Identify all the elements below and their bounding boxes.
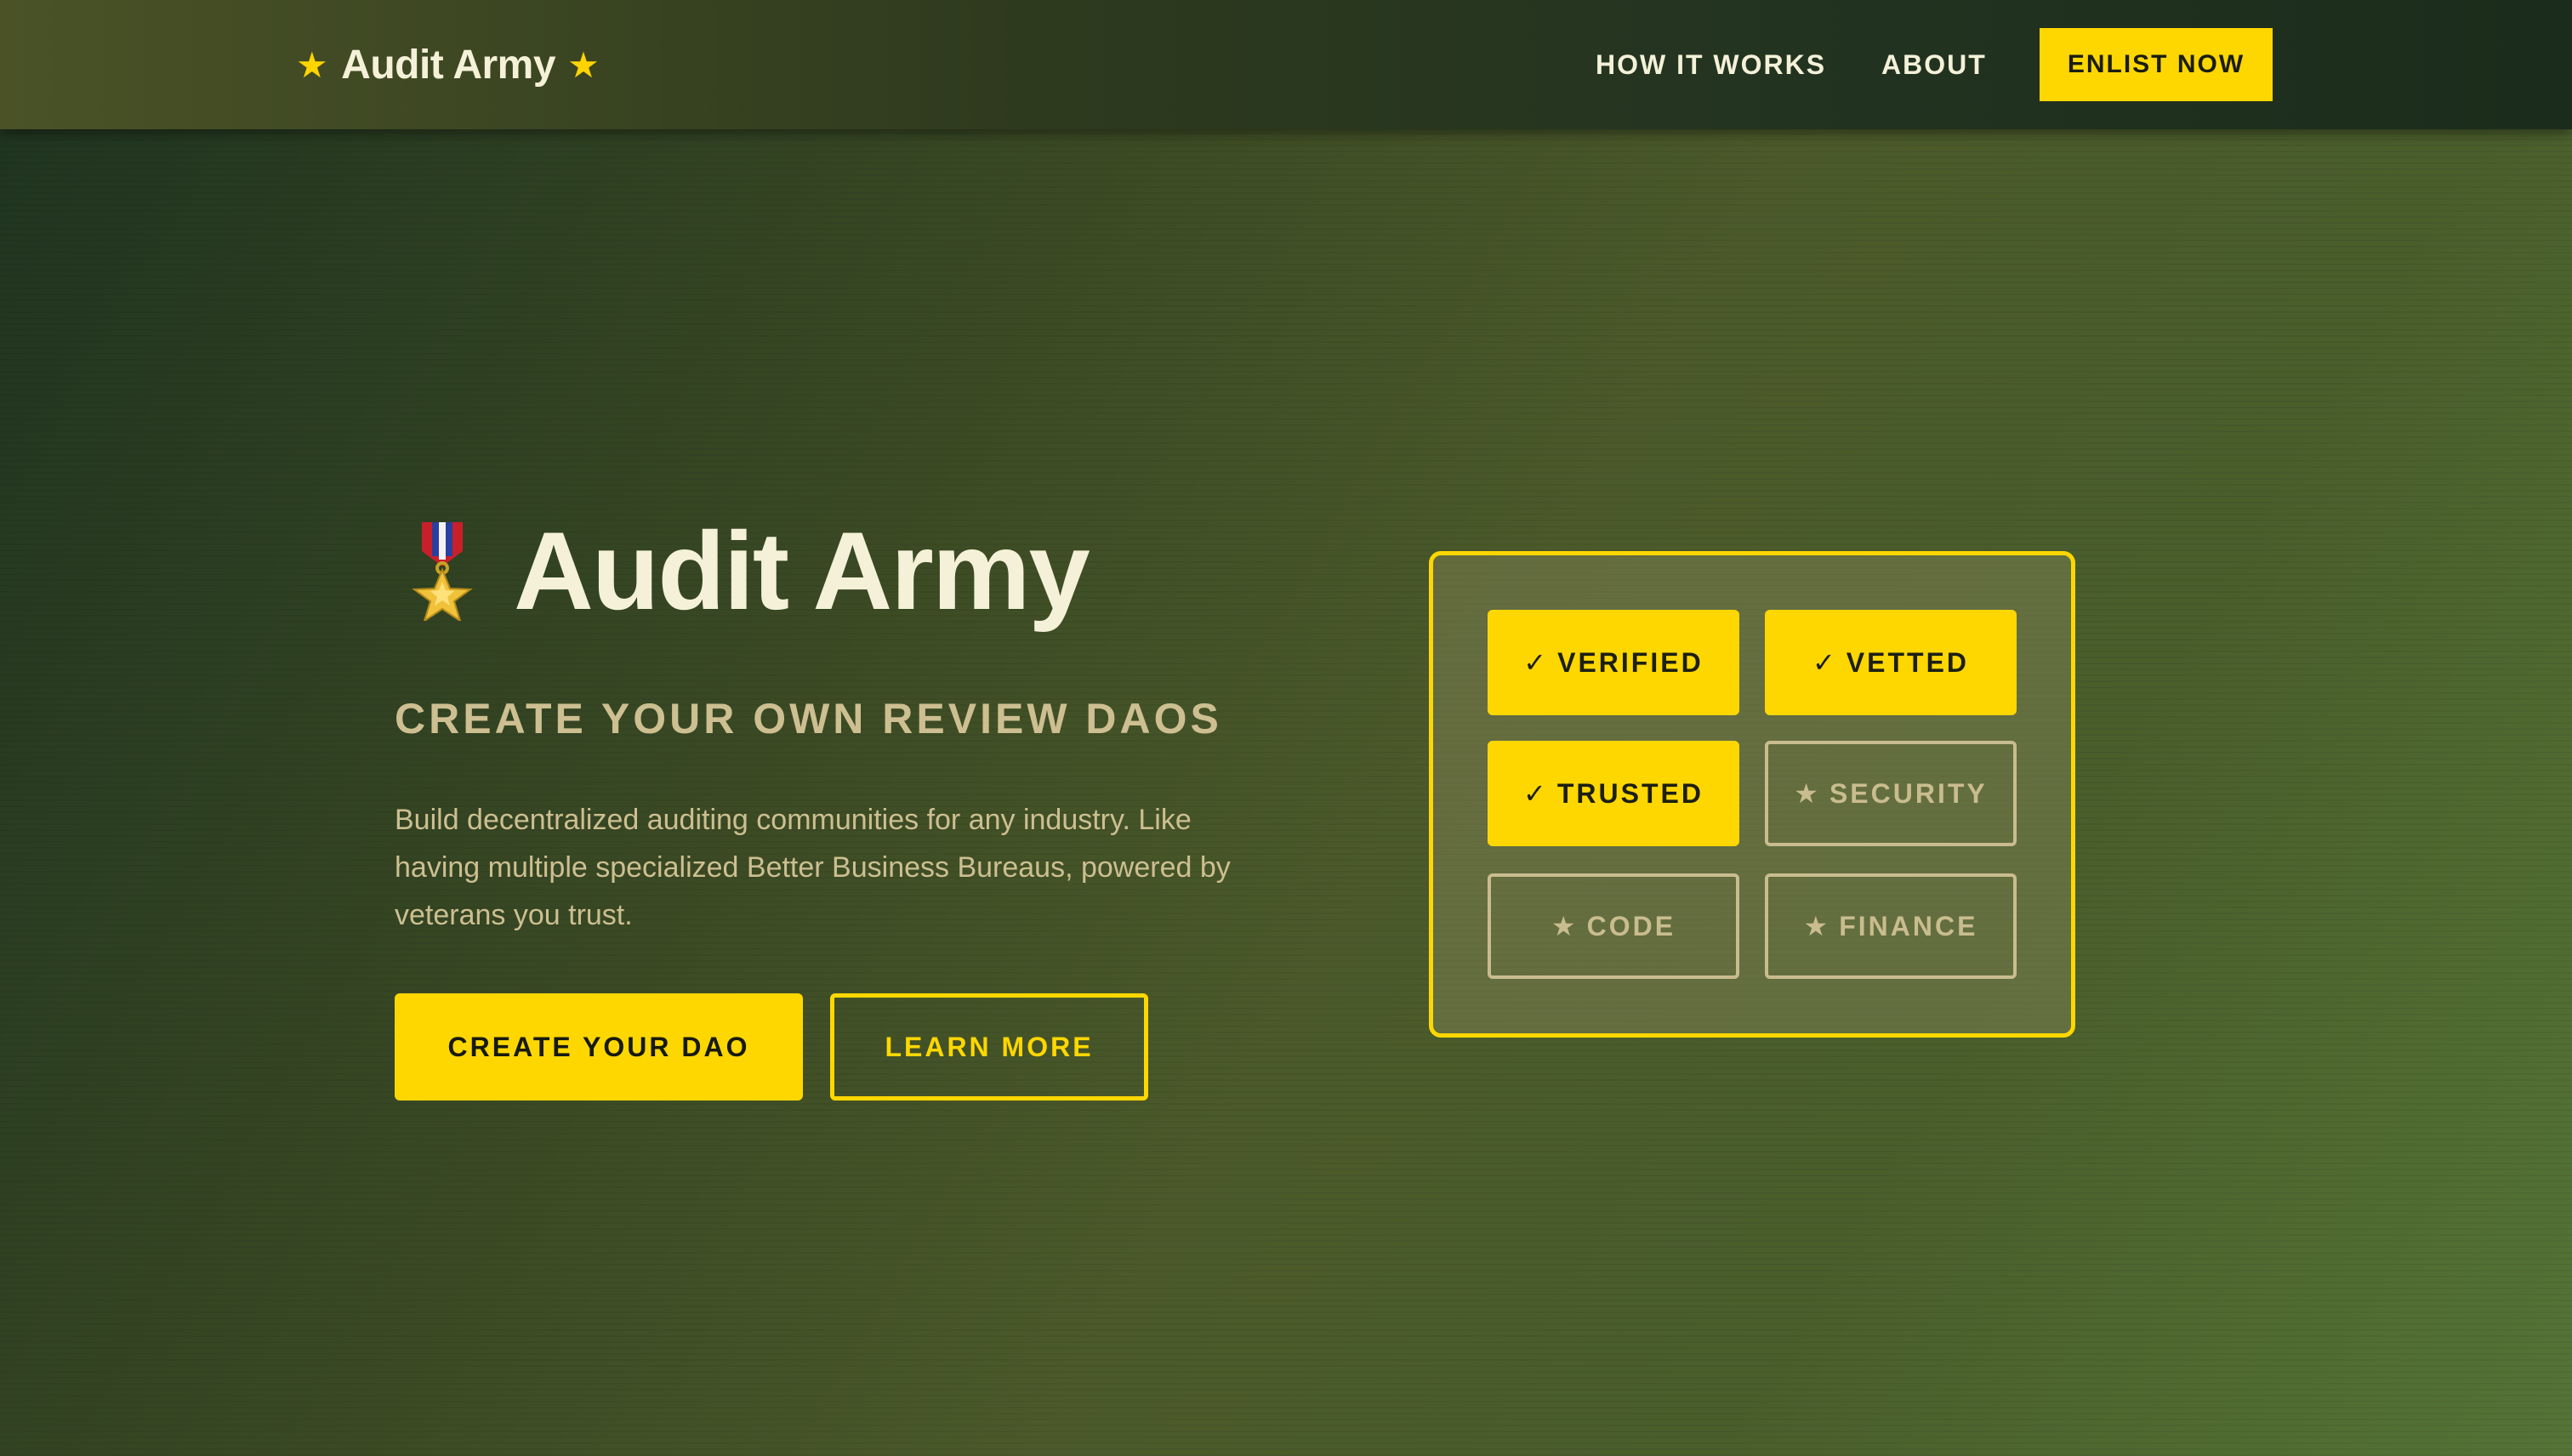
check-icon: ✓ [1812,647,1838,678]
badge-vetted[interactable]: ✓ VETTED [1765,610,2017,715]
badge-panel: ✓ VERIFIED ✓ VETTED ✓ TRUSTED ★ SECURITY ★ CO… [1429,551,2075,1038]
badge-security[interactable]: ★ SECURITY [1765,741,2017,846]
create-dao-button[interactable]: CREATE YOUR DAO [395,993,803,1101]
check-icon: ✓ [1523,647,1550,678]
background-texture [0,0,2572,1456]
enlist-now-button[interactable]: ENLIST NOW [2040,28,2273,101]
learn-more-button[interactable]: LEARN MORE [830,993,1148,1101]
badge-label: FINANCE [1839,910,1978,941]
badge-code[interactable]: ★ CODE [1488,873,1739,979]
top-navbar: ★ Audit Army ★ HOW IT WORKS ABOUT ENLIST… [0,0,2572,129]
hero-title: Audit Army [514,509,1090,633]
star-icon: ★ [567,44,600,85]
hero-description: Build decentralized auditing communities… [395,804,1231,931]
star-icon: ★ [296,44,328,85]
nav-link-about[interactable]: ABOUT [1881,44,1987,85]
check-icon: ✓ [1523,778,1549,809]
hero-tagline: CREATE YOUR OWN REVIEW DAOS [395,695,1222,742]
badge-label: VETTED [1846,646,1970,678]
badge-label: TRUSTED [1556,777,1704,809]
badge-label: CODE [1586,910,1676,941]
nav-link-how-it-works[interactable]: HOW IT WORKS [1596,44,1826,85]
logo-text: Audit Army [341,42,556,88]
military-medal-icon [412,522,473,621]
badge-trusted[interactable]: ✓ TRUSTED [1488,741,1739,846]
badge-label: VERIFIED [1557,646,1704,678]
badge-verified[interactable]: ✓ VERIFIED [1488,610,1739,715]
badge-label: SECURITY [1829,777,1988,809]
badge-finance[interactable]: ★ FINANCE [1765,873,2017,979]
star-icon: ★ [1794,778,1821,809]
site-logo[interactable]: ★ Audit Army ★ [296,37,600,92]
star-icon: ★ [1551,911,1579,941]
star-icon: ★ [1803,911,1831,941]
